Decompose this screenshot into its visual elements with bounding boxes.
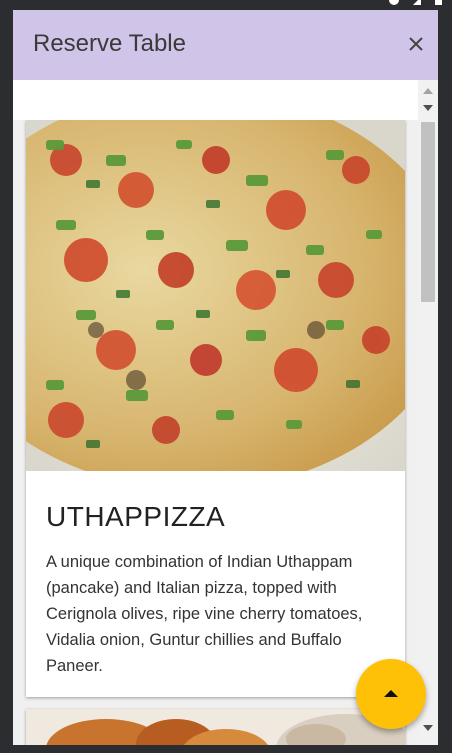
scroll-down-arrow-icon[interactable] xyxy=(423,725,433,731)
uthappizza-photo xyxy=(26,120,405,471)
wifi-icon xyxy=(389,0,399,5)
dialog-header: Reserve Table xyxy=(13,10,438,80)
close-icon xyxy=(409,37,423,51)
arrow-up-icon xyxy=(384,690,398,697)
dish-description: A unique combination of Indian Uthappam … xyxy=(46,553,363,675)
scrollbar[interactable] xyxy=(418,80,438,745)
status-bar xyxy=(0,0,452,8)
dish-photo xyxy=(26,709,405,745)
scrollbar-thumb[interactable] xyxy=(421,122,435,302)
dish-list[interactable]: UTHAPPIZZA A unique combination of India… xyxy=(13,120,418,745)
dish-name: UTHAPPIZZA xyxy=(46,501,226,532)
battery-icon xyxy=(435,0,442,5)
bottom-edge xyxy=(0,745,452,753)
close-button[interactable] xyxy=(404,32,428,56)
signal-icon xyxy=(413,0,421,5)
scroll-down-arrow-icon[interactable] xyxy=(423,105,433,111)
reserve-table-dialog: Reserve Table UTHAPPIZZA A unique combin… xyxy=(13,10,438,745)
scroll-up-arrow-icon[interactable] xyxy=(423,88,433,94)
dialog-title: Reserve Table xyxy=(33,30,186,57)
dish-card[interactable] xyxy=(26,709,405,745)
dish-card[interactable]: UTHAPPIZZA A unique combination of India… xyxy=(26,120,405,697)
content-top-spacer xyxy=(13,80,418,120)
scroll-to-top-button[interactable] xyxy=(356,659,426,729)
